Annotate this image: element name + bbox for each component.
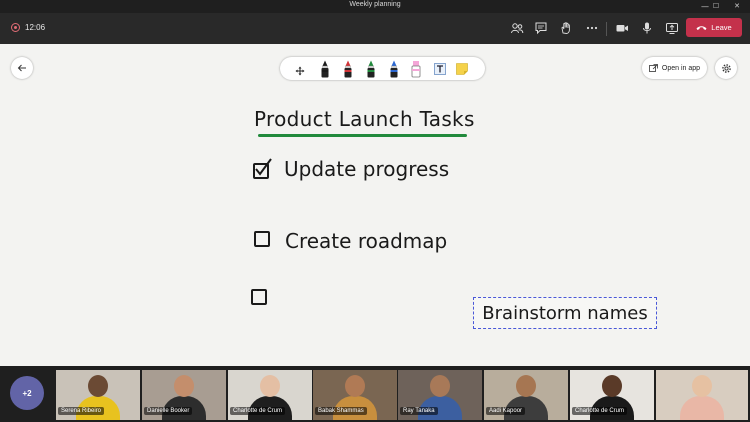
pen-red-button[interactable] (343, 60, 353, 83)
highlighter-pink-button[interactable] (411, 60, 421, 83)
participant-name: Danielle Booker (144, 407, 193, 415)
recording-icon (11, 23, 20, 32)
task-checkbox[interactable] (253, 158, 272, 179)
pen-black-button[interactable] (320, 60, 330, 83)
participant-avatar (692, 375, 712, 397)
participant-tile[interactable] (656, 370, 748, 420)
participant-avatar (345, 375, 365, 397)
pen-icon (367, 60, 375, 78)
participant-name: Serena Ribeiro (58, 407, 105, 415)
pen-icon (321, 60, 329, 78)
settings-button[interactable] (715, 57, 737, 79)
share-screen-button[interactable] (663, 19, 681, 37)
chat-icon (535, 22, 547, 35)
text-box-icon (434, 63, 446, 75)
leave-label: Leave (711, 23, 732, 32)
task-checkbox[interactable] (251, 289, 267, 305)
participant-avatar (516, 375, 536, 397)
mic-button[interactable] (638, 19, 656, 37)
task-text[interactable]: Create roadmap (285, 229, 447, 253)
whiteboard-canvas[interactable]: Open in app Product Launch Tasks Update … (0, 44, 750, 366)
raise-hand-icon (561, 22, 570, 34)
move-icon (295, 66, 305, 76)
gear-icon (721, 63, 731, 73)
hang-up-icon (696, 25, 707, 30)
participant-video (680, 396, 724, 420)
checkmark-icon (255, 158, 272, 176)
raise-hand-button[interactable] (557, 19, 575, 37)
sticky-note-button[interactable] (456, 62, 468, 80)
pen-green-button[interactable] (366, 60, 376, 83)
close-window-button[interactable]: ✕ (727, 0, 747, 13)
leave-button[interactable]: Leave (686, 18, 742, 37)
meeting-timer: 12:06 (25, 23, 46, 32)
text-tool-button[interactable] (434, 62, 446, 80)
window-title: Weekly planning (349, 1, 401, 8)
participant-name: Charlotte de Crum (230, 407, 286, 415)
participant-avatar (174, 375, 194, 397)
title-bar: Weekly planning — ☐ ✕ (0, 0, 750, 13)
task-checkbox[interactable] (254, 231, 270, 247)
participant-tile[interactable]: Charlotte de Crum (570, 370, 654, 420)
participant-name: Babak Shammas (315, 407, 367, 415)
people-button[interactable] (508, 19, 526, 37)
maximize-button[interactable]: ☐ (706, 0, 726, 13)
text-note[interactable]: Brainstorm names (473, 297, 657, 329)
people-icon (511, 23, 524, 34)
back-button[interactable] (11, 57, 33, 79)
participant-tile[interactable]: Aadi Kapoor (484, 370, 568, 420)
open-in-app-button[interactable]: Open in app (642, 57, 707, 79)
sticky-note-icon (456, 63, 468, 75)
meeting-toolbar: 12:06 Leave (0, 13, 750, 44)
open-external-icon (649, 64, 658, 72)
pen-tray (280, 57, 485, 80)
participant-name: Ray Tanaka (400, 407, 438, 415)
pen-blue-button[interactable] (389, 60, 399, 83)
participant-avatar (260, 375, 280, 397)
mic-icon (643, 22, 651, 34)
pen-icon (390, 60, 398, 78)
toolbar-divider (606, 22, 607, 36)
task-text[interactable]: Update progress (284, 157, 449, 181)
participant-tile[interactable]: Charlotte de Crum (228, 370, 312, 420)
share-icon (666, 23, 678, 34)
highlighter-icon (411, 61, 421, 78)
open-in-app-label: Open in app (661, 64, 701, 72)
more-options-button[interactable] (583, 19, 601, 37)
participant-name: Charlotte de Crum (572, 407, 628, 415)
move-tool-button[interactable] (295, 63, 305, 81)
more-icon (586, 26, 598, 30)
camera-button[interactable] (613, 19, 631, 37)
title-underline[interactable] (258, 134, 467, 137)
participant-strip: +2 Serena Ribeiro Danielle Booker Charlott… (0, 366, 750, 422)
more-participants-button[interactable]: +2 (10, 376, 44, 410)
pen-icon (344, 60, 352, 78)
whiteboard-title[interactable]: Product Launch Tasks (254, 107, 475, 131)
participant-avatar (88, 375, 108, 397)
participant-tile[interactable]: Serena Ribeiro (56, 370, 140, 420)
participant-avatar (602, 375, 622, 397)
note-text: Brainstorm names (482, 302, 648, 324)
participant-tile[interactable]: Babak Shammas (313, 370, 397, 420)
chat-button[interactable] (532, 19, 550, 37)
participant-name: Aadi Kapoor (486, 407, 526, 415)
participant-tile[interactable]: Ray Tanaka (398, 370, 482, 420)
participant-avatar (430, 375, 450, 397)
camera-icon (616, 25, 628, 32)
arrow-left-icon (17, 64, 26, 72)
participant-tile[interactable]: Danielle Booker (142, 370, 226, 420)
